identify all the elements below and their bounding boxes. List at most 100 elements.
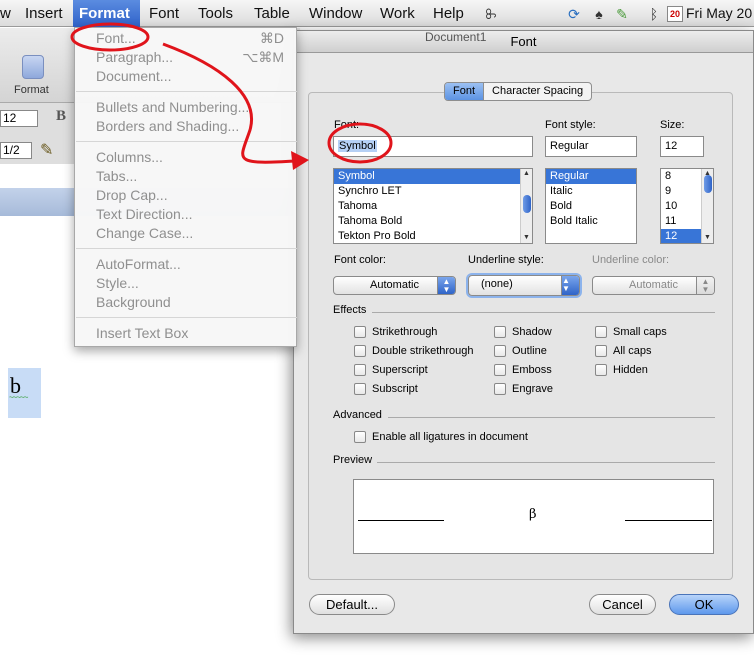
checkbox-label: Shadow: [512, 326, 552, 338]
checkbox-box: [494, 345, 506, 357]
menu-tools[interactable]: Tools: [192, 0, 239, 27]
strikethrough-checkbox[interactable]: Strikethrough: [354, 325, 437, 339]
menu-item-paragraph[interactable]: Paragraph...: [96, 48, 173, 67]
dialog-tabs: Font Character Spacing: [444, 82, 593, 101]
highlight-icon[interactable]: ✎: [40, 140, 53, 160]
hidden-checkbox[interactable]: Hidden: [595, 363, 648, 377]
font-color-label: Font color:: [334, 254, 386, 266]
superscript-checkbox[interactable]: Superscript: [354, 363, 428, 377]
sync-icon[interactable]: ⟳: [566, 6, 582, 22]
underline-color-popup[interactable]: Automatic ▲ ▼: [592, 276, 715, 295]
menu-item-autoformat[interactable]: AutoFormat...: [96, 255, 181, 274]
size-list-scrollbar[interactable]: ▲ ▼: [701, 169, 713, 243]
checkbox-box: [354, 383, 366, 395]
menu-item-font[interactable]: Font...: [96, 29, 136, 48]
tab-character-spacing[interactable]: Character Spacing: [483, 83, 591, 100]
checkbox-label: Double strikethrough: [372, 345, 474, 357]
ligatures-checkbox[interactable]: Enable all ligatures in document: [354, 430, 528, 444]
menu-help[interactable]: Help: [427, 0, 470, 27]
effects-label: Effects: [333, 304, 367, 316]
popup-arrows-icon: ▲ ▼: [561, 276, 579, 295]
font-size-box[interactable]: 12: [0, 110, 38, 127]
script-icon[interactable]: ꖝ: [483, 6, 499, 22]
format-toolbar-icon[interactable]: [22, 55, 44, 79]
subscript-checkbox[interactable]: Subscript: [354, 382, 418, 396]
font-color-value: Automatic: [370, 279, 419, 291]
menu-item-insert-text-box[interactable]: Insert Text Box: [96, 324, 188, 343]
list-item[interactable]: Symbol: [334, 169, 532, 184]
list-item[interactable]: Tahoma Bold: [334, 214, 532, 229]
menu-item-style[interactable]: Style...: [96, 274, 139, 293]
checkbox-label: Hidden: [613, 364, 648, 376]
size-list[interactable]: 8 9 10 11 12 ▲ ▼: [660, 168, 714, 244]
menu-view[interactable]: w: [0, 0, 17, 27]
ok-button[interactable]: OK: [669, 594, 739, 615]
list-item[interactable]: Synchro LET: [334, 184, 532, 199]
engrave-checkbox[interactable]: Engrave: [494, 382, 553, 396]
checkbox-label: Emboss: [512, 364, 552, 376]
menu-item-document[interactable]: Document...: [96, 67, 171, 86]
scroll-up-arrow-icon[interactable]: ▲: [521, 170, 532, 178]
scroll-down-arrow-icon[interactable]: ▼: [521, 234, 532, 242]
outline-checkbox[interactable]: Outline: [494, 344, 547, 358]
calendar-icon[interactable]: 20: [667, 6, 683, 22]
menu-format[interactable]: Format: [73, 0, 140, 27]
font-list-scrollbar[interactable]: ▲ ▼: [520, 169, 532, 243]
menu-item-tabs[interactable]: Tabs...: [96, 167, 137, 186]
list-item[interactable]: Tahoma: [334, 199, 532, 214]
font-color-popup[interactable]: Automatic ▲ ▼: [333, 276, 456, 295]
scroll-down-arrow-icon[interactable]: ▼: [702, 234, 713, 242]
font-style-list[interactable]: Regular Italic Bold Bold Italic: [545, 168, 637, 244]
underline-color-label: Underline color:: [592, 254, 670, 266]
checkbox-box: [494, 364, 506, 376]
checkbox-label: Strikethrough: [372, 326, 438, 338]
cancel-button[interactable]: Cancel: [589, 594, 656, 615]
menu-item-columns[interactable]: Columns...: [96, 148, 163, 167]
shadow-checkbox[interactable]: Shadow: [494, 325, 552, 339]
scroll-thumb[interactable]: [523, 195, 531, 213]
small-caps-checkbox[interactable]: Small caps: [595, 325, 667, 339]
menu-insert[interactable]: Insert: [19, 0, 69, 27]
line-spacing-box[interactable]: 1/2: [0, 142, 32, 159]
menu-item-bullets[interactable]: Bullets and Numbering...: [96, 98, 249, 117]
menu-item-change-case[interactable]: Change Case...: [96, 224, 193, 243]
format-menu: Font... ⌘D Paragraph... ⌥⌘M Document... …: [74, 27, 297, 347]
underline-style-popup[interactable]: (none) ▲ ▼: [468, 275, 580, 296]
preview-baseline-right: [625, 520, 712, 521]
menu-table[interactable]: Table: [248, 0, 296, 27]
menu-font[interactable]: Font: [143, 0, 185, 27]
list-item[interactable]: Tekton Pro Bold: [334, 229, 532, 243]
checkbox-box: [354, 326, 366, 338]
double-strikethrough-checkbox[interactable]: Double strikethrough: [354, 344, 474, 358]
emboss-checkbox[interactable]: Emboss: [494, 363, 552, 377]
preview-label: Preview: [333, 454, 373, 466]
font-name-field[interactable]: Symbol: [333, 136, 533, 157]
preview-divider: [377, 462, 715, 463]
font-list[interactable]: Symbol Synchro LET Tahoma Tahoma Bold Te…: [333, 168, 533, 244]
all-caps-checkbox[interactable]: All caps: [595, 344, 652, 358]
font-style-field[interactable]: Regular: [545, 136, 637, 157]
menu-window[interactable]: Window: [303, 0, 368, 27]
bold-button[interactable]: B: [56, 108, 66, 125]
scroll-thumb[interactable]: [704, 175, 712, 193]
menu-work[interactable]: Work: [374, 0, 421, 27]
size-label: Size:: [660, 119, 685, 131]
dialog-title: Font: [294, 31, 753, 53]
list-item[interactable]: Bold Italic: [546, 214, 636, 229]
tab-font[interactable]: Font: [445, 83, 484, 100]
list-item[interactable]: Regular: [546, 169, 636, 184]
edit-icon[interactable]: ✎: [614, 6, 630, 22]
default-button[interactable]: Default...: [309, 594, 395, 615]
clock[interactable]: Fri May 20: [686, 0, 752, 27]
size-field[interactable]: 12: [660, 136, 704, 157]
list-item[interactable]: Italic: [546, 184, 636, 199]
menu-item-drop-cap[interactable]: Drop Cap...: [96, 186, 168, 205]
checkbox-label: Subscript: [372, 383, 418, 395]
evernote-icon[interactable]: ♠: [591, 6, 607, 22]
menu-separator: [76, 248, 297, 249]
list-item[interactable]: Bold: [546, 199, 636, 214]
menu-item-background[interactable]: Background: [96, 293, 171, 312]
bluetooth-icon[interactable]: ᛒ: [646, 6, 662, 22]
menu-item-text-direction[interactable]: Text Direction...: [96, 205, 192, 224]
menu-item-borders[interactable]: Borders and Shading...: [96, 117, 239, 136]
